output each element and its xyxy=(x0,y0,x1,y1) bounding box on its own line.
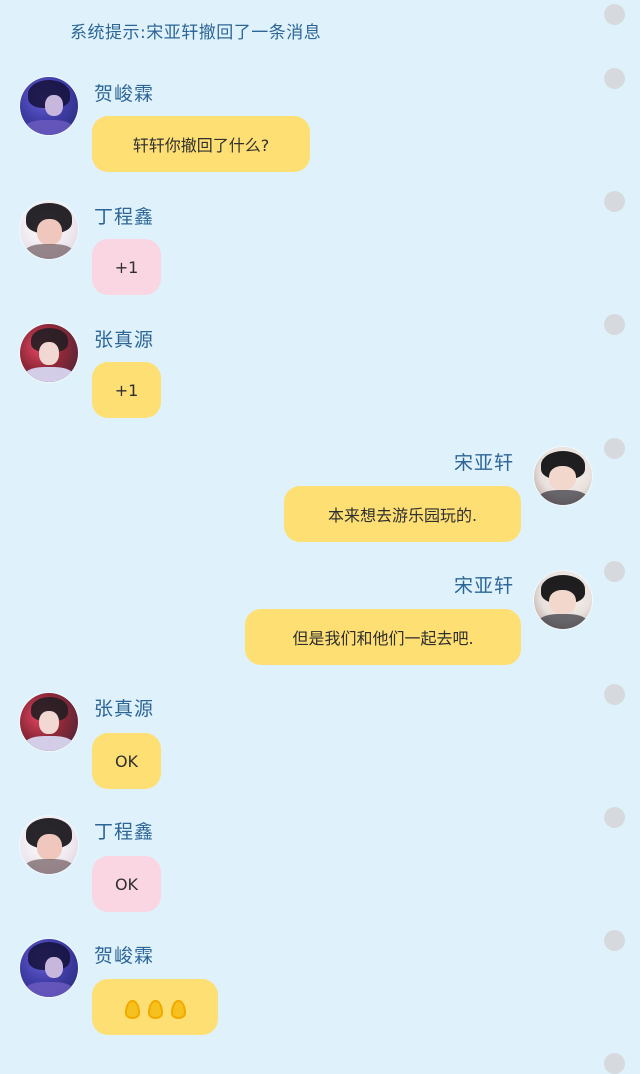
avatar-ding-chengxin[interactable] xyxy=(20,816,78,874)
message-bubble[interactable]: OK xyxy=(92,856,161,912)
sender-name: 贺峻霖 xyxy=(94,83,155,105)
binder-hole-icon xyxy=(604,68,625,89)
emoji-message-bubble[interactable] xyxy=(92,979,218,1035)
sender-name: 宋亚轩 xyxy=(454,575,515,597)
binder-hole-icon xyxy=(604,438,625,459)
system-notice: 系统提示:宋亚轩撤回了一条消息 xyxy=(70,23,322,43)
chat-screen: 系统提示:宋亚轩撤回了一条消息 贺峻霖 轩轩你撤回了什么? 丁程鑫 +1 张真源… xyxy=(0,0,640,1074)
avatar-song-yaxuan[interactable] xyxy=(534,571,592,629)
sender-name: 贺峻霖 xyxy=(94,945,155,967)
ok-hand-emoji-icon xyxy=(124,999,140,1019)
binder-hole-icon xyxy=(604,314,625,335)
avatar-zhang-zhenyuan[interactable] xyxy=(20,693,78,751)
ok-hand-emoji-icon xyxy=(147,999,163,1019)
avatar-he-junlin[interactable] xyxy=(20,939,78,997)
message-bubble[interactable]: OK xyxy=(92,733,161,789)
message-bubble[interactable]: +1 xyxy=(92,239,161,295)
avatar-song-yaxuan[interactable] xyxy=(534,447,592,505)
binder-hole-icon xyxy=(604,561,625,582)
binder-hole-icon xyxy=(604,684,625,705)
sender-name: 张真源 xyxy=(94,698,155,720)
sender-name: 丁程鑫 xyxy=(94,821,155,843)
avatar-ding-chengxin[interactable] xyxy=(20,201,78,259)
binder-hole-icon xyxy=(604,4,625,25)
binder-hole-icon xyxy=(604,191,625,212)
message-bubble[interactable]: 轩轩你撤回了什么? xyxy=(92,116,310,172)
avatar-zhang-zhenyuan[interactable] xyxy=(20,324,78,382)
binder-edge xyxy=(604,0,626,1074)
avatar-he-junlin[interactable] xyxy=(20,77,78,135)
binder-hole-icon xyxy=(604,1053,625,1074)
ok-hand-emoji-icon xyxy=(170,999,186,1019)
binder-hole-icon xyxy=(604,807,625,828)
message-bubble[interactable]: 但是我们和他们一起去吧. xyxy=(245,609,521,665)
message-bubble[interactable]: 本来想去游乐园玩的. xyxy=(284,486,521,542)
message-bubble[interactable]: +1 xyxy=(92,362,161,418)
sender-name: 张真源 xyxy=(94,329,155,351)
binder-hole-icon xyxy=(604,930,625,951)
sender-name: 宋亚轩 xyxy=(454,452,515,474)
sender-name: 丁程鑫 xyxy=(94,206,155,228)
